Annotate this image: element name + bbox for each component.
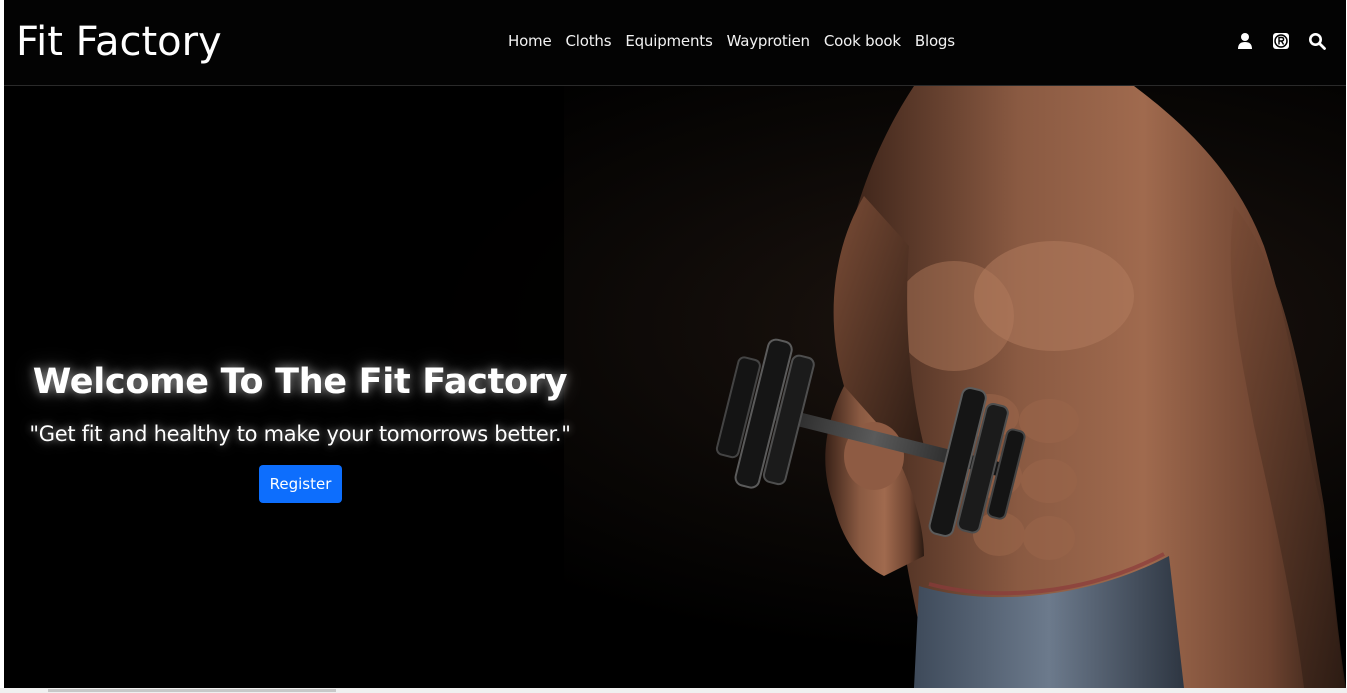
- nav-link-home[interactable]: Home: [508, 31, 552, 51]
- horizontal-scrollbar[interactable]: [0, 688, 1347, 693]
- nav-link-equipments[interactable]: Equipments: [625, 31, 712, 51]
- nav-icons: [1236, 32, 1326, 50]
- hero-title: Welcome To The Fit Factory: [32, 362, 568, 402]
- user-icon[interactable]: [1236, 32, 1254, 50]
- hero-tagline: "Get fit and healthy to make your tomorr…: [29, 422, 571, 446]
- nav-link-cook-book[interactable]: Cook book: [824, 31, 901, 51]
- page-frame: Fit Factory Home Cloths Equipments Waypr…: [4, 0, 1346, 688]
- nav-links: Home Cloths Equipments Wayprotien Cook b…: [508, 31, 955, 51]
- scrollbar-thumb[interactable]: [48, 689, 336, 692]
- nav-link-blogs[interactable]: Blogs: [915, 31, 955, 51]
- hero-section: Welcome To The Fit Factory "Get fit and …: [4, 86, 1346, 688]
- nav-link-wayprotien[interactable]: Wayprotien: [727, 31, 810, 51]
- navbar: Fit Factory Home Cloths Equipments Waypr…: [4, 0, 1346, 86]
- search-icon[interactable]: [1308, 32, 1326, 50]
- brand-logo[interactable]: Fit Factory: [16, 18, 222, 66]
- register-button[interactable]: Register: [259, 465, 342, 503]
- registered-icon[interactable]: [1272, 32, 1290, 50]
- nav-link-cloths[interactable]: Cloths: [566, 31, 612, 51]
